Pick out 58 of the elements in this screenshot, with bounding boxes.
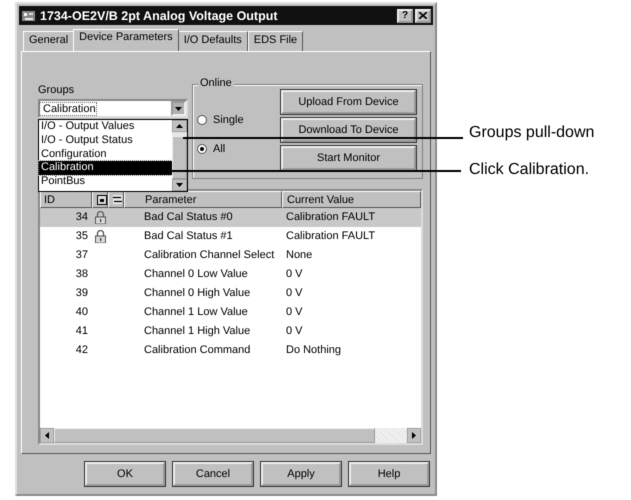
table-cell-text: 38 <box>74 267 89 282</box>
action-button[interactable]: Download To Device <box>281 118 416 142</box>
caret-icon <box>175 106 182 110</box>
action-button[interactable]: Upload From Device <box>281 90 416 114</box>
list-item[interactable]: I/O - Output Values <box>39 120 172 134</box>
table-cell-text: 35 <box>74 229 89 244</box>
scroll-right-icon <box>407 428 421 443</box>
app-icon <box>21 8 37 22</box>
table-cell-text: 40 <box>74 305 89 320</box>
table-cell-text: 39 <box>74 286 89 301</box>
table-cell-text: Calibration FAULT <box>285 210 376 225</box>
table-cell-text: Channel 0 Low Value <box>143 267 249 282</box>
column-header[interactable]: Current Value <box>282 191 421 208</box>
groups-label: Groups <box>38 84 76 96</box>
tab[interactable]: EDS File <box>248 31 304 51</box>
table-cell-text: 37 <box>74 248 89 263</box>
table-cell-text: Do Nothing <box>285 343 342 358</box>
table-cell-text: 0 V <box>285 324 304 339</box>
radio-button[interactable]: Single <box>197 114 271 126</box>
tab[interactable]: I/O Defaults <box>178 31 248 51</box>
scrollbar[interactable] <box>172 120 187 191</box>
group-title: Online <box>198 77 234 89</box>
window-title: 1734-OE2V/B 2pt Analog Voltage Output <box>40 8 279 22</box>
callout-text: Click Calibration. <box>469 161 590 179</box>
dialog-button[interactable]: Cancel <box>173 462 253 486</box>
list-item[interactable]: PointBus <box>39 175 172 189</box>
table-cell-text: Channel 0 High Value <box>143 286 252 301</box>
help-button[interactable]: ? <box>397 8 413 22</box>
list-item[interactable]: Calibration <box>39 161 172 176</box>
table-cell-text: 41 <box>74 324 89 339</box>
table-cell-text: Calibration FAULT <box>285 229 376 244</box>
table-cell-text: Channel 1 Low Value <box>143 305 249 320</box>
action-button[interactable]: Start Monitor <box>281 146 416 170</box>
close-button[interactable] <box>415 8 431 22</box>
list-item[interactable]: Configuration <box>39 148 172 162</box>
table-cell-text: Bad Cal Status #0 <box>143 210 234 225</box>
scrollbar[interactable] <box>40 428 421 443</box>
close-icon <box>419 12 427 19</box>
table-cell-text: None <box>285 248 314 263</box>
dialog-button[interactable]: Help <box>349 462 429 486</box>
tab[interactable]: Device Parameters <box>73 29 179 51</box>
table-cell-text: 42 <box>74 343 89 358</box>
table-cell-text: 0 V <box>285 267 304 282</box>
table-cell-text: 0 V <box>285 286 304 301</box>
selected-row[interactable]: 34 Bad Cal Status #0 Calibration FAULT <box>40 208 421 227</box>
dialog-button[interactable]: OK <box>85 462 165 486</box>
callout-text: Groups pull-down <box>469 124 594 142</box>
scroll-left-icon <box>40 428 54 443</box>
table-cell-text: Calibration Command <box>143 343 252 358</box>
table-cell-text: Channel 1 High Value <box>143 324 252 339</box>
table-cell-text: 0 V <box>285 305 304 320</box>
table-cell-text: Calibration Channel Select <box>143 248 276 263</box>
list-item[interactable]: I/O - Output Status <box>39 134 172 148</box>
table-cell-text: Bad Cal Status #1 <box>143 229 234 244</box>
groups-dropdown[interactable]: Calibration <box>38 99 188 118</box>
table-cell-text: 34 <box>74 210 89 225</box>
radio-button[interactable]: All <box>197 143 271 155</box>
dialog-button[interactable]: Apply <box>261 462 341 486</box>
